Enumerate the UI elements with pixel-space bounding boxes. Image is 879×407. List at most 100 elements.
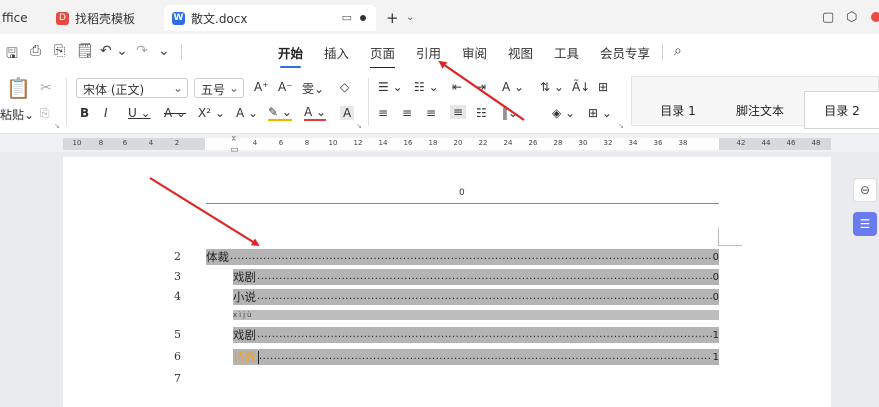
sort-button[interactable]: ⇅ ⌄ [540,80,564,94]
menu-references[interactable]: 引用 [416,43,441,62]
borders-button[interactable]: ⊞ ⌄ [588,106,612,120]
toc-entry-level2[interactable]: 诗歌 .....................................… [233,349,719,365]
style-footnote-text[interactable]: 脚注文本 [722,91,798,129]
restore-icon[interactable]: ▢ [822,10,834,25]
toc-entry-level1[interactable]: 体裁 .....................................… [206,249,719,265]
distribute-button[interactable]: ☷ [476,106,487,120]
clear-format-icon[interactable]: ◇ [340,80,349,94]
justify-button[interactable]: ≡ [450,105,467,119]
font-name-select[interactable]: 宋体 (正文) ⌄ [76,78,188,98]
indent-marker-icon[interactable]: ⌄ ⌃ ▭ [230,132,239,155]
preview-icon[interactable]: 🗒 [76,43,94,59]
toc-leader-dots: ........................................… [259,352,712,362]
more-quick-icon[interactable]: ⌄ [158,43,170,59]
ruler-tick: 10 [72,139,82,147]
phonetic-guide-button[interactable]: 雯⌄ [302,80,324,97]
paste-button[interactable]: 粘贴⌄ [0,106,34,123]
ruler-tick: 4 [148,139,154,147]
ruler-tick: 6 [278,139,284,147]
border-icon[interactable]: ⊞ [598,80,608,94]
chinese-layout-button[interactable]: A ⌄ [502,80,524,94]
collapse-icon[interactable]: ⊖ [853,178,877,202]
line-number: 3 [174,270,181,283]
settings-icon[interactable]: ⬡ [846,10,857,25]
align-left-button[interactable]: ≡ [378,106,388,120]
highlight-button[interactable]: ✎ ⌄ [268,105,292,121]
ruler-tick: 36 [653,139,663,147]
tab-office[interactable]: ffice [0,5,38,31]
line-number: 5 [174,328,181,341]
decrease-indent-button[interactable]: ⇤ [452,80,462,94]
cut-icon[interactable]: ✂ [40,80,52,96]
tab-document-label: 散文.docx [191,11,248,26]
line-number: 6 [174,350,181,363]
menu-view[interactable]: 视图 [508,43,533,62]
header-text[interactable]: 0 [459,188,465,198]
menu-tools[interactable]: 工具 [554,43,579,62]
underline-button[interactable]: U ⌄ [128,106,151,120]
unsaved-dot-icon [360,14,366,21]
toc-leader-dots: ........................................… [257,292,712,302]
strikethrough-button[interactable]: A ⌄ [164,106,186,120]
style-toc-2[interactable]: 目录 2 [804,91,879,129]
horizontal-ruler[interactable]: 10 8 6 4 2 4 6 8 10 12 14 16 18 20 22 24… [63,138,831,150]
copy-icon[interactable]: ⎘ [40,106,50,121]
tab-template[interactable]: D 找稻壳模板 [48,5,156,31]
font-color-button[interactable]: A ⌄ [304,105,327,121]
tab-bar: ffice D 找稻壳模板 W 散文.docx ▭ + ⌄ ▢ ⬡ [0,0,879,34]
paste-icon[interactable]: 📋 [6,76,31,100]
menu-home[interactable]: 开始 [278,43,303,68]
print-icon[interactable]: ⎘ [54,43,65,59]
toc-entry-level2[interactable]: 戏剧 .....................................… [233,269,719,285]
dialog-launcher-icon[interactable]: ↘ [618,122,624,130]
divider [368,78,369,126]
toc-entry-level2[interactable]: 小说 .....................................… [233,289,719,305]
monitor-icon[interactable]: ▭ [342,11,352,24]
menu-review[interactable]: 审阅 [462,43,487,62]
toc-entry-text: 小说 [233,290,256,304]
new-tab-caret-icon[interactable]: ⌄ [406,12,414,23]
superscript-button[interactable]: X² ⌄ [198,106,225,120]
menu-member[interactable]: 会员专享 [600,43,650,62]
increase-indent-button[interactable]: ⇥ [476,80,486,94]
ruler-tick: 12 [353,139,363,147]
tab-template-label: 找稻壳模板 [75,11,136,26]
save-icon[interactable]: 🖫 [6,43,18,67]
undo-icon[interactable]: ↶ ⌄ [100,43,128,59]
search-icon[interactable]: ⌕ [674,43,682,59]
bullets-button[interactable]: ☰ ⌄ [378,80,403,94]
dialog-launcher-icon[interactable]: ↘ [356,122,362,130]
dialog-launcher-icon[interactable]: ↘ [54,122,60,130]
toc-entry-level2[interactable]: 戏剧 .....................................… [233,327,719,343]
toc-leader-dots: ........................................… [230,252,712,262]
close-icon[interactable] [871,12,879,22]
italic-button[interactable]: I [104,106,108,120]
bold-button[interactable]: B [80,106,89,120]
align-right-button[interactable]: ≡ [426,106,436,120]
toc-leader-dots: ........................................… [257,272,712,282]
numbering-button[interactable]: ☷ ⌄ [414,80,439,94]
ribbon-home: 📋 ✂ 粘贴⌄ ⎘ ↘ 宋体 (正文) ⌄ 五号 ⌄ A⁺ A⁻ 雯⌄ ◇ B I … [0,68,879,134]
grow-font-button[interactable]: A⁺ [254,80,269,94]
menu-insert[interactable]: 插入 [324,43,349,62]
style-toc-1[interactable]: 目录 1 [638,91,718,129]
ruler-tick: 38 [678,139,688,147]
tab-document[interactable]: W 散文.docx ▭ [164,5,376,31]
line-spacing-button[interactable]: ‖⌄ [502,106,518,120]
redo-icon[interactable]: ↷ [136,43,148,59]
char-shading-button[interactable]: A [340,106,355,120]
show-marks-button[interactable]: Ã↓ [572,80,590,94]
line-number: 7 [174,372,181,385]
document-panel-icon[interactable]: ☰ [853,212,877,236]
word-icon: W [172,11,185,25]
new-tab-button[interactable]: + [386,9,399,27]
menu-page[interactable]: 页面 [370,43,396,68]
shrink-font-button[interactable]: A⁻ [278,80,293,94]
shading-button[interactable]: ◈ ⌄ [552,106,575,120]
export-icon[interactable]: ⎙ [30,43,41,59]
align-center-button[interactable]: ≡ [402,106,412,120]
divider [181,44,182,60]
font-size-select[interactable]: 五号 ⌄ [194,78,244,98]
ruler-tick: 46 [786,139,796,147]
text-effect-button[interactable]: A ⌄ [236,106,258,120]
